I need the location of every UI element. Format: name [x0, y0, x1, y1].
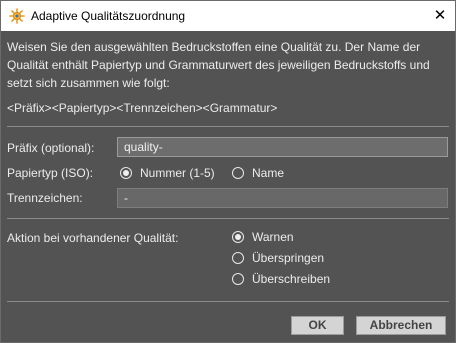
dialog-content: Weisen Sie den ausgewählten Bedruckstoff… — [1, 31, 455, 342]
radio-label: Überspringen — [252, 251, 325, 265]
separator-line — [7, 126, 449, 127]
separator-line — [7, 218, 449, 219]
radio-label: Name — [252, 166, 285, 180]
description-text: Weisen Sie den ausgewählten Bedruckstoff… — [7, 40, 430, 90]
separator-char-input[interactable]: - — [117, 188, 448, 208]
radio-unselected-icon — [232, 252, 244, 264]
radio-label: Überschreiben — [252, 272, 331, 286]
radio-selected-icon — [232, 231, 244, 243]
radio-label: Warnen — [252, 230, 294, 244]
radio-unselected-icon — [232, 167, 244, 179]
sun-gear-icon — [9, 8, 25, 24]
radio-unselected-icon — [232, 273, 244, 285]
radio-action-skip[interactable]: Überspringen — [232, 249, 324, 267]
separator-char-label: Trennzeichen: — [7, 191, 83, 205]
title-bar[interactable]: Adaptive Qualitätszuordnung ✕ — [1, 1, 455, 31]
ok-button[interactable]: OK — [291, 316, 344, 335]
window-title: Adaptive Qualitätszuordnung — [31, 9, 186, 23]
radio-papertype-number[interactable]: Nummer (1-5) — [120, 164, 215, 182]
prefix-label: Präfix (optional): — [7, 141, 95, 155]
radio-papertype-name[interactable]: Name — [232, 164, 284, 182]
action-label: Aktion bei vorhandener Qualität: — [7, 231, 179, 245]
papertype-label: Papiertyp (ISO): — [7, 166, 94, 180]
close-icon[interactable]: ✕ — [425, 1, 455, 31]
naming-pattern: <Präfix><Papiertyp><Trennzeichen><Gramma… — [7, 101, 278, 115]
dialog-window: Adaptive Qualitätszuordnung ✕ Weisen Sie… — [0, 0, 456, 343]
radio-label: Nummer (1-5) — [140, 166, 215, 180]
radio-action-overwrite[interactable]: Überschreiben — [232, 270, 330, 288]
radio-selected-icon — [120, 167, 132, 179]
cancel-button[interactable]: Abbrechen — [356, 316, 446, 335]
separator-line — [7, 301, 449, 302]
prefix-input[interactable]: quality- — [117, 137, 448, 157]
radio-action-warn[interactable]: Warnen — [232, 228, 294, 246]
